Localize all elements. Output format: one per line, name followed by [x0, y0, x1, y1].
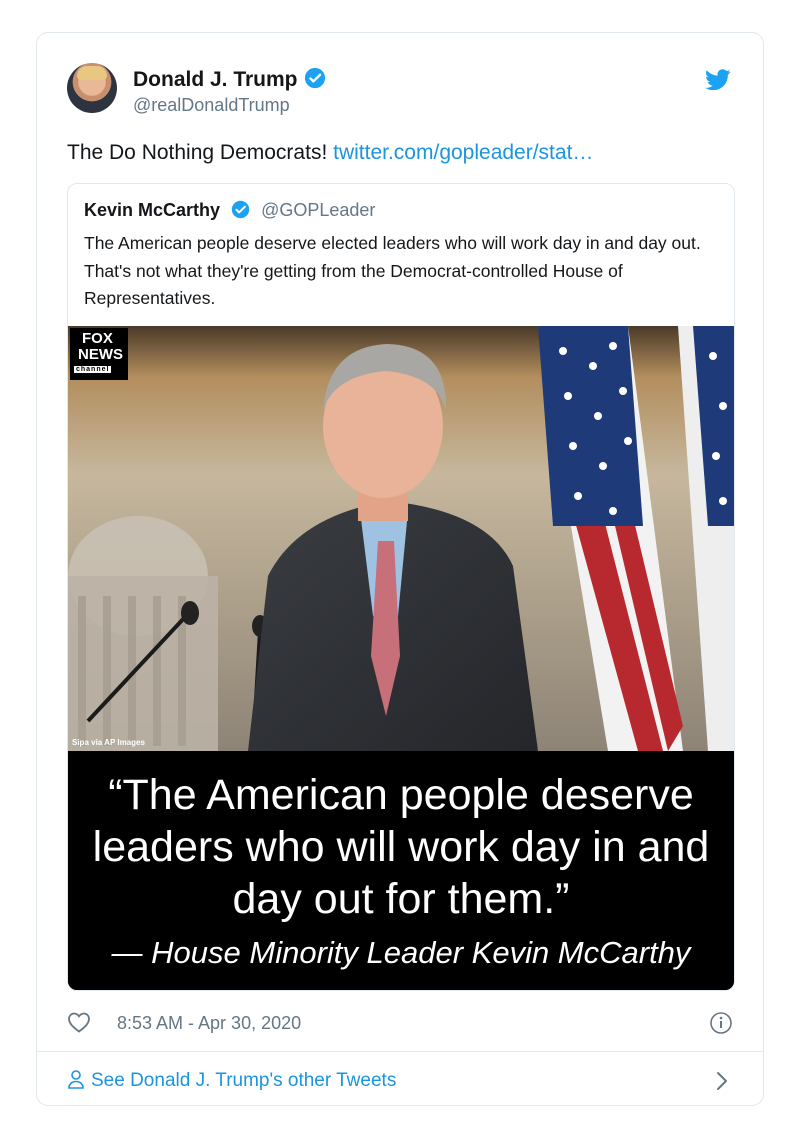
- tweet-text: The Do Nothing Democrats! twitter.com/go…: [67, 141, 593, 165]
- quote-line-3: day out for them.”: [232, 875, 570, 923]
- quoted-tweet-media[interactable]: FOX NEWS channel Sipa via AP Images “The…: [68, 326, 734, 990]
- verified-icon: [231, 200, 250, 219]
- verified-icon: [304, 67, 325, 89]
- avatar-hair: [77, 66, 107, 80]
- footer-divider: [37, 1051, 763, 1052]
- quote-line-2: leaders who will work day in and: [92, 823, 710, 871]
- author-handle[interactable]: @realDonaldTrump: [133, 95, 290, 116]
- quoted-tweet-text: The American people deserve elected lead…: [84, 233, 701, 308]
- person-icon: [68, 1070, 84, 1089]
- photo-illustration: [68, 326, 734, 751]
- quoted-author-handle: @GOPLeader: [261, 200, 376, 220]
- author-avatar[interactable]: [67, 63, 117, 113]
- twitter-bird-icon[interactable]: [705, 69, 731, 91]
- tweet-card: Donald J. Trump @realDonaldTrump The Do …: [36, 32, 764, 1106]
- fox-news-logo: FOX NEWS channel: [70, 328, 128, 380]
- photo-credit: Sipa via AP Images: [72, 738, 145, 747]
- info-icon[interactable]: [709, 1011, 733, 1035]
- logo-line2: NEWS: [78, 346, 123, 363]
- author-name-row[interactable]: Donald J. Trump: [133, 67, 326, 92]
- quoted-tweet-header: Kevin McCarthy @GOPLeader: [84, 200, 375, 221]
- author-name[interactable]: Donald J. Trump: [133, 68, 298, 91]
- chevron-right-icon[interactable]: [715, 1070, 729, 1092]
- quote-line-1: “The American people deserve: [108, 771, 694, 819]
- quote-text: “The American people deserve leaders who…: [68, 769, 734, 925]
- tweet-body: The Do Nothing Democrats!: [67, 141, 328, 164]
- see-other-tweets-link[interactable]: See Donald J. Trump's other Tweets: [67, 1069, 396, 1092]
- quoted-author-name: Kevin McCarthy: [84, 200, 221, 220]
- tweet-link[interactable]: twitter.com/gopleader/stat…: [333, 141, 593, 164]
- heart-icon[interactable]: [67, 1011, 91, 1033]
- quoted-tweet[interactable]: Kevin McCarthy @GOPLeader The American p…: [67, 183, 735, 991]
- see-other-tweets-label[interactable]: See Donald J. Trump's other Tweets: [91, 1070, 396, 1091]
- logo-line1: FOX: [82, 330, 113, 347]
- logo-line3: channel: [74, 366, 112, 373]
- timestamp[interactable]: 8:53 AM - Apr 30, 2020: [117, 1013, 301, 1034]
- quote-attribution: — House Minority Leader Kevin McCarthy: [111, 935, 691, 970]
- quote-card: “The American people deserve leaders who…: [68, 751, 734, 990]
- speaker-photo: FOX NEWS channel Sipa via AP Images: [68, 326, 734, 751]
